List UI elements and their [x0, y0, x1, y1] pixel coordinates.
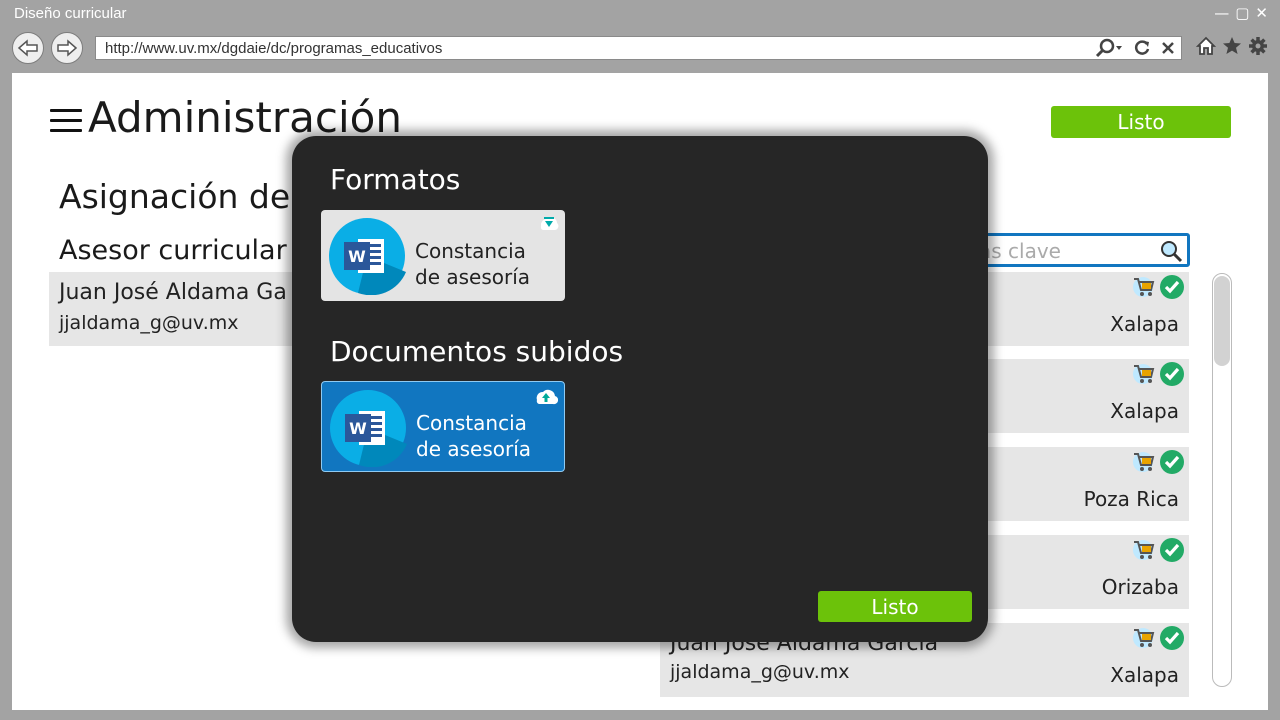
favorites-star-icon[interactable] — [1222, 36, 1242, 56]
check-icon[interactable] — [1159, 449, 1185, 475]
browser-toolbar-icons — [1196, 36, 1268, 56]
cart-icon[interactable] — [1131, 449, 1157, 473]
address-bar[interactable]: http://www.uv.mx/dgdaie/dc/programas_edu… — [95, 36, 1182, 60]
check-icon[interactable] — [1159, 274, 1185, 300]
home-icon[interactable] — [1196, 36, 1216, 56]
word-document-icon: W — [330, 390, 407, 467]
modal-done-button[interactable]: Listo — [818, 591, 972, 622]
section-title: Asignación de — [59, 177, 291, 216]
search-placeholder: as clave — [979, 239, 1061, 263]
cloud-upload-icon[interactable] — [534, 386, 558, 406]
list-item-email: jjaldama_g@uv.mx — [670, 661, 850, 683]
selected-asesor-card[interactable]: Juan José Aldama Ga jjaldama_g@uv.mx — [49, 272, 309, 346]
uploaded-doc-line2: de asesoría — [416, 437, 532, 461]
search-icon[interactable] — [1159, 239, 1183, 263]
maximize-icon[interactable]: ▢ — [1235, 4, 1249, 22]
scrollbar-thumb[interactable] — [1214, 276, 1230, 366]
done-button[interactable]: Listo — [1051, 106, 1231, 138]
list-scrollbar[interactable] — [1212, 273, 1232, 687]
format-doc-line1: Constancia — [415, 239, 526, 263]
cart-icon[interactable] — [1131, 625, 1157, 649]
cart-icon[interactable] — [1131, 537, 1157, 561]
forward-arrow-icon — [57, 39, 78, 57]
list-item-city: Xalapa — [1110, 663, 1179, 687]
check-icon[interactable] — [1159, 625, 1185, 651]
close-window-icon[interactable]: ✕ — [1255, 4, 1268, 22]
svg-text:W: W — [349, 419, 367, 438]
documents-modal: Formatos W Constancia de asesoría Documen… — [292, 136, 988, 642]
check-icon[interactable] — [1159, 537, 1185, 563]
cart-icon[interactable] — [1131, 361, 1157, 385]
asesor-label: Asesor curricular — [59, 235, 287, 266]
download-icon[interactable] — [539, 214, 559, 232]
window-title: Diseño curricular — [14, 5, 127, 22]
page-title: Administración — [88, 93, 402, 142]
format-doc-line2: de asesoría — [415, 265, 531, 289]
asesor-name: Juan José Aldama Ga — [59, 280, 287, 305]
forward-button[interactable] — [51, 32, 83, 64]
format-document-tile[interactable]: W Constancia de asesoría — [321, 210, 565, 301]
formats-heading: Formatos — [330, 163, 461, 196]
uploaded-document-tile[interactable]: W Constancia de asesoría — [321, 381, 565, 472]
keyword-search-input[interactable]: as clave — [972, 233, 1190, 267]
word-document-icon: W — [329, 218, 406, 295]
search-dropdown-icon[interactable] — [1095, 38, 1123, 58]
list-item-city: Xalapa — [1110, 399, 1179, 423]
minimize-icon[interactable]: — — [1214, 4, 1229, 22]
url-text[interactable]: http://www.uv.mx/dgdaie/dc/programas_edu… — [105, 40, 442, 57]
stop-icon[interactable] — [1161, 41, 1175, 55]
back-arrow-icon — [17, 39, 38, 57]
list-item-city: Orizaba — [1101, 575, 1179, 599]
list-item-city: Xalapa — [1110, 312, 1179, 336]
back-button[interactable] — [12, 32, 44, 64]
uploaded-heading: Documentos subidos — [330, 335, 624, 368]
check-icon[interactable] — [1159, 361, 1185, 387]
settings-gear-icon[interactable] — [1248, 36, 1268, 56]
asesor-email: jjaldama_g@uv.mx — [59, 312, 239, 334]
uploaded-doc-line1: Constancia — [416, 411, 527, 435]
window-controls: — ▢ ✕ — [1214, 4, 1268, 22]
cart-icon[interactable] — [1131, 274, 1157, 298]
list-item-city: Poza Rica — [1083, 487, 1179, 511]
hamburger-menu-icon[interactable] — [50, 109, 82, 133]
refresh-icon[interactable] — [1133, 39, 1151, 57]
svg-text:W: W — [348, 247, 366, 266]
